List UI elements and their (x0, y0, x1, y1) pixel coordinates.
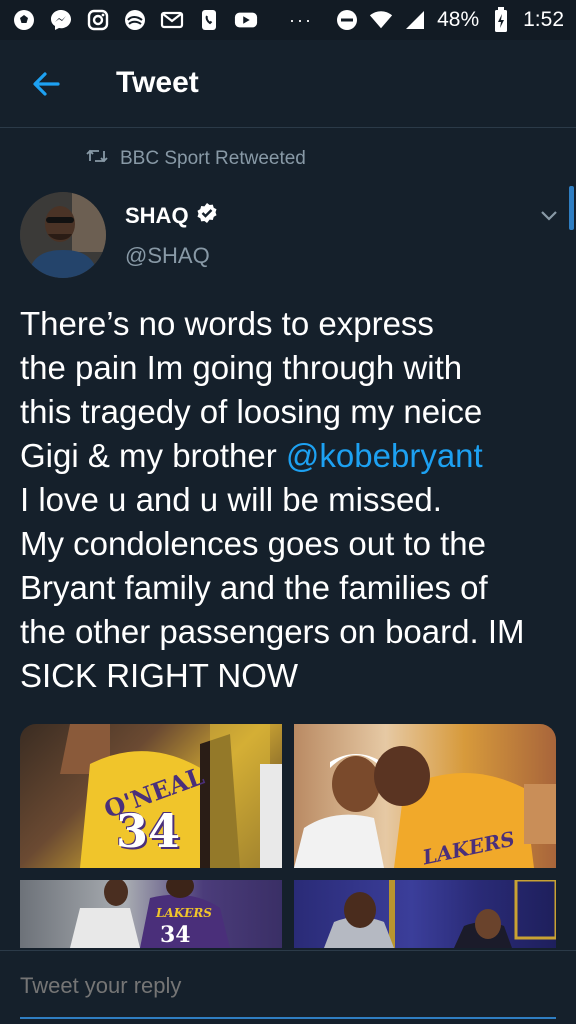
author-handle[interactable]: @SHAQ (125, 243, 210, 269)
chevron-down-icon[interactable] (538, 204, 560, 226)
tweet-line: the other passengers on board. IM (20, 613, 525, 650)
verified-badge-icon (196, 202, 218, 230)
system-status: 48% 1:52 (335, 7, 564, 32)
tweet-line: the pain Im going through with (20, 349, 463, 386)
tweet-text: There’s no words to express the pain Im … (20, 302, 560, 698)
battery-percent: 48% (437, 8, 480, 31)
reply-input[interactable] (20, 973, 556, 999)
tweet-line: Gigi & my brother @kobebryant (20, 434, 560, 478)
retweeted-by[interactable]: BBC Sport Retweeted (86, 148, 306, 170)
media-photo-2[interactable]: LAKERS (294, 724, 556, 868)
more-notifications: ··· (289, 9, 313, 30)
tweet-line: My condolences goes out to the (20, 525, 486, 562)
wifi-icon (369, 8, 393, 32)
jersey-number: 34 (116, 804, 181, 858)
gmail-icon (160, 8, 184, 32)
battery-charging-icon (489, 7, 513, 32)
back-arrow-icon[interactable] (30, 68, 62, 100)
swirl-app-icon (123, 8, 147, 32)
tweet-line: I love u and u will be missed. (20, 481, 442, 518)
youtube-icon (234, 8, 258, 32)
notification-icons: ··· (12, 8, 313, 32)
author-name-text: SHAQ (125, 203, 189, 228)
reply-input-underline (20, 1017, 556, 1019)
media-photo-3[interactable]: LAKERS 34 (20, 880, 282, 948)
scroll-indicator[interactable] (569, 186, 574, 230)
retweet-icon (86, 148, 108, 170)
status-bar: ··· 48% 1:52 (0, 0, 576, 40)
clock: 1:52 (523, 8, 564, 31)
app-header: Tweet (0, 40, 576, 128)
do-not-disturb-icon (335, 8, 359, 32)
signal-icon (403, 8, 427, 32)
author-name[interactable]: SHAQ (125, 202, 218, 230)
messenger-icon (49, 8, 73, 32)
avatar[interactable] (20, 192, 106, 278)
jersey-number: 34 (160, 922, 191, 948)
retweeted-by-label: BBC Sport Retweeted (120, 148, 306, 169)
media-photo-1[interactable]: O'NEAL 34 (20, 724, 282, 868)
mention-link[interactable]: @kobebryant (286, 437, 483, 474)
tweet-line: There’s no words to express (20, 305, 434, 342)
media-photo-4[interactable] (294, 880, 556, 948)
instagram-icon (86, 8, 110, 32)
tweet-line: SICK RIGHT NOW (20, 657, 299, 694)
tweet-line: Bryant family and the families of (20, 569, 488, 606)
tweet-line: this tragedy of loosing my neice (20, 393, 483, 430)
reply-bar (0, 950, 576, 1024)
tweet-line-text: Gigi & my brother (20, 437, 286, 474)
phone-app-icon (197, 8, 221, 32)
soccer-ball-icon (12, 8, 36, 32)
page-title: Tweet (116, 66, 199, 99)
jersey-team: LAKERS (156, 906, 212, 920)
